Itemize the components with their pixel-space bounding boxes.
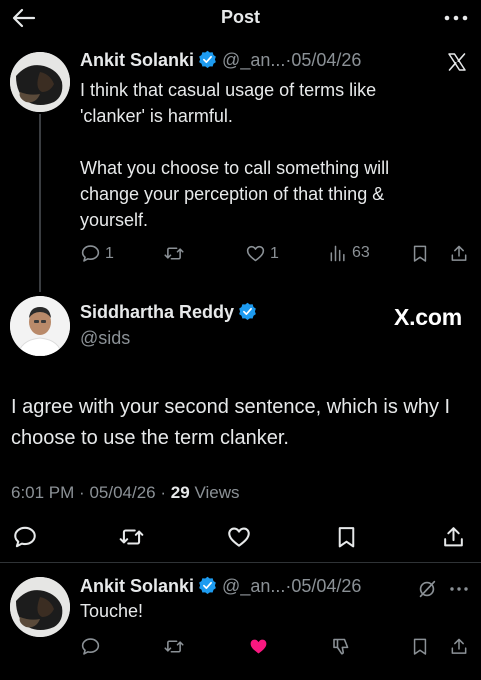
reply-button[interactable]: 1 xyxy=(80,243,114,264)
like-button[interactable]: 1 xyxy=(245,243,279,264)
bookmark-icon xyxy=(334,524,359,550)
views-button[interactable]: 63 xyxy=(328,243,370,263)
repost-button[interactable] xyxy=(163,636,185,657)
author-handle[interactable]: @_an... xyxy=(222,576,285,596)
verified-badge-icon xyxy=(198,50,217,69)
share-button[interactable] xyxy=(449,243,469,264)
verified-badge-icon xyxy=(198,576,217,595)
like-count: 1 xyxy=(270,244,279,262)
thumbs-down-icon xyxy=(330,636,352,657)
tweet1-actions: 1 1 63 xyxy=(0,243,481,269)
share-button[interactable] xyxy=(441,524,466,550)
views-label: Views xyxy=(194,483,240,502)
source-label: X.com xyxy=(393,304,462,330)
repost-icon xyxy=(163,243,185,264)
grok-icon[interactable] xyxy=(416,578,438,605)
post-date[interactable]: 05/04/26 xyxy=(291,50,361,70)
separator-dot: · xyxy=(160,483,167,502)
share-icon xyxy=(441,524,466,550)
bookmark-button[interactable] xyxy=(410,636,430,657)
tweet-paragraph: What you choose to call something will c… xyxy=(80,158,390,230)
author-name[interactable]: Siddhartha Reddy xyxy=(80,302,234,322)
tweet3-text: Touche! xyxy=(80,601,144,621)
like-button[interactable] xyxy=(226,524,252,550)
bookmark-button[interactable] xyxy=(334,524,359,550)
repost-button[interactable] xyxy=(118,524,145,550)
like-button[interactable] xyxy=(248,636,269,657)
downvote-button[interactable] xyxy=(330,636,352,657)
post-date[interactable]: 05/04/26 xyxy=(89,483,155,502)
heart-filled-icon xyxy=(248,636,269,657)
reply-icon xyxy=(80,243,101,264)
bookmark-icon xyxy=(410,243,430,264)
tweet2-actions xyxy=(0,524,481,552)
more-options-icon[interactable] xyxy=(448,578,470,605)
author-name[interactable]: Ankit Solanki xyxy=(80,50,194,70)
author-handle[interactable]: @_an... xyxy=(222,50,285,70)
reply-icon xyxy=(12,524,38,550)
more-options-icon[interactable] xyxy=(441,6,471,30)
bookmark-button[interactable] xyxy=(410,243,430,264)
tweet3-header: Ankit Solanki @_an...·05/04/26 xyxy=(80,576,361,597)
avatar[interactable] xyxy=(10,577,70,637)
reply-button[interactable] xyxy=(80,636,101,657)
reply-icon xyxy=(80,636,101,657)
top-bar: Post xyxy=(0,0,481,36)
reply-count: 1 xyxy=(105,244,114,262)
share-button[interactable] xyxy=(449,636,469,657)
verified-badge-icon xyxy=(238,302,257,321)
bookmark-icon xyxy=(410,636,430,657)
page-title: Post xyxy=(220,7,260,27)
author-handle[interactable]: @sids xyxy=(80,328,130,349)
views-count: 29 xyxy=(170,483,190,502)
tweet2-author-row: Siddhartha Reddy xyxy=(80,302,257,323)
separator-dot: · xyxy=(79,483,85,502)
views-count: 63 xyxy=(352,244,370,261)
tweet1-header: Ankit Solanki @_an...·05/04/26 xyxy=(80,50,361,71)
share-icon xyxy=(449,243,469,264)
analytics-icon xyxy=(328,243,348,263)
author-name[interactable]: Ankit Solanki xyxy=(80,576,194,596)
avatar[interactable] xyxy=(10,296,70,356)
heart-icon xyxy=(245,243,266,264)
tweet-paragraph: I think that casual usage of terms like … xyxy=(80,80,377,126)
tweet1-text: I think that casual usage of terms like … xyxy=(80,77,440,233)
post-date[interactable]: 05/04/26 xyxy=(291,576,361,596)
tweet3-actions xyxy=(0,636,481,662)
x-logo-icon xyxy=(447,52,467,77)
share-icon xyxy=(449,636,469,657)
back-arrow-icon[interactable] xyxy=(10,6,38,30)
avatar[interactable] xyxy=(10,52,70,112)
reply-button[interactable] xyxy=(12,524,38,550)
repost-button[interactable] xyxy=(163,243,185,264)
post-metadata: 6:01 PM · 05/04/26 · 29 Views xyxy=(11,483,239,503)
divider xyxy=(0,562,481,563)
repost-icon xyxy=(163,636,185,657)
heart-icon xyxy=(226,524,252,550)
tweet2-text: I agree with your second sentence, which… xyxy=(11,396,451,449)
repost-icon xyxy=(118,524,145,550)
post-time[interactable]: 6:01 PM xyxy=(11,483,74,502)
